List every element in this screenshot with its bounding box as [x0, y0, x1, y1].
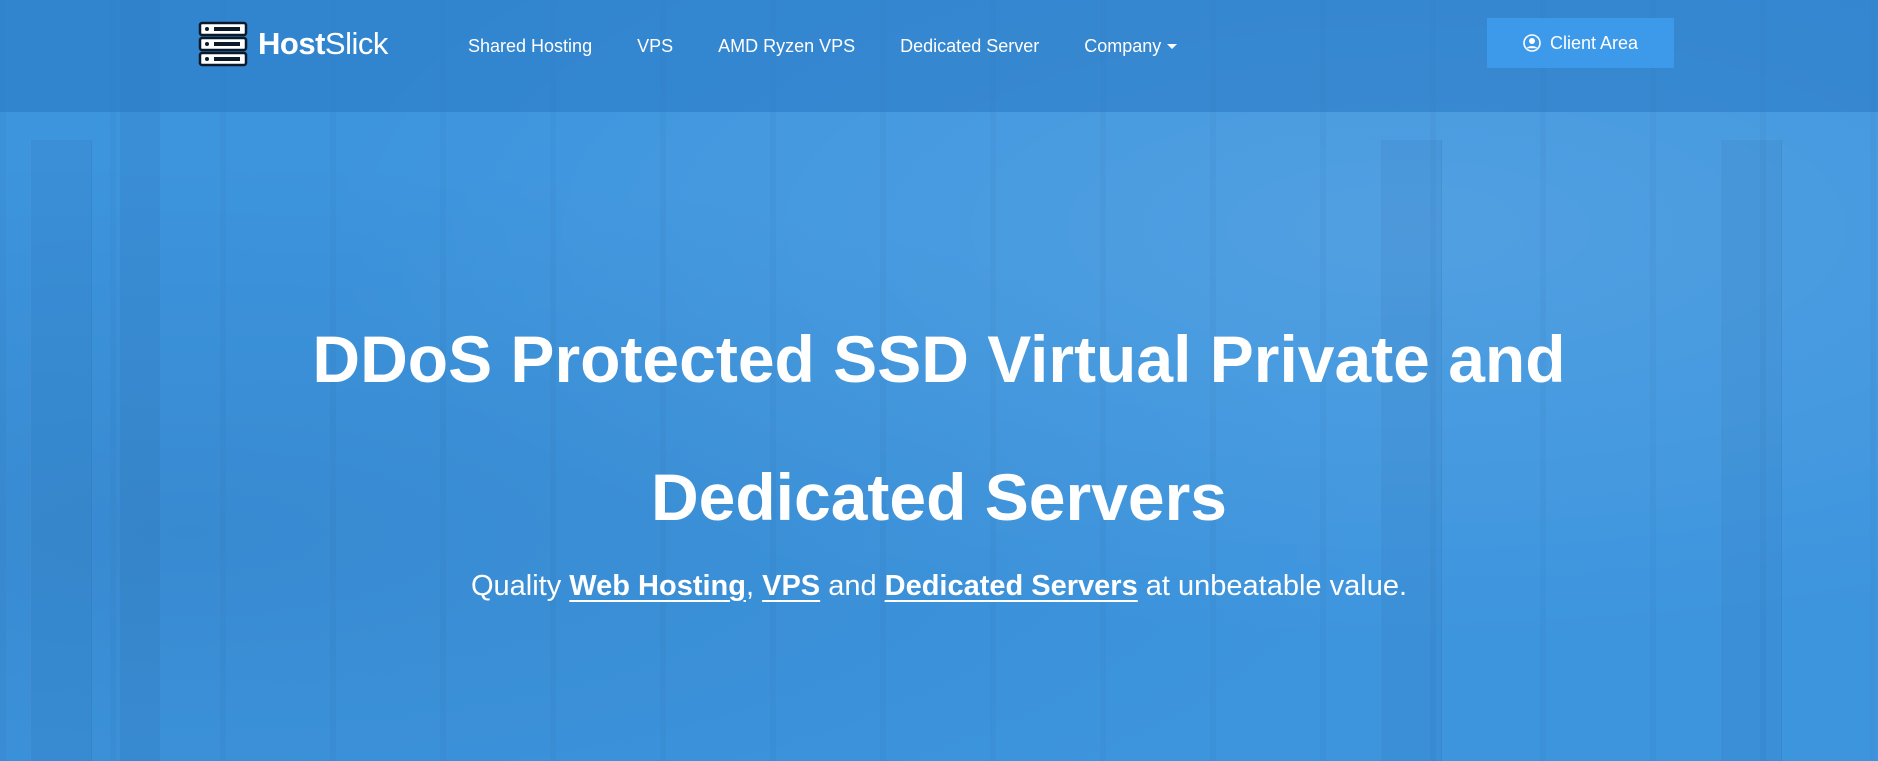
- nav-item-label: AMD Ryzen VPS: [718, 36, 856, 56]
- hero-title-line: Dedicated Servers: [651, 460, 1227, 534]
- vps-link[interactable]: VPS: [762, 570, 820, 602]
- hero-subtitle-text: Quality: [470, 570, 570, 602]
- logo[interactable]: HostSlick: [198, 20, 388, 68]
- hero-title-line: DDoS Protected SSD Virtual Private and: [312, 322, 1566, 396]
- nav-item-shared-hosting[interactable]: Shared Hosting: [468, 36, 592, 57]
- hero-title: DDoS Protected SSD Virtual Private and D…: [0, 290, 1878, 566]
- nav-item-label: Shared Hosting: [468, 36, 593, 56]
- caret-down-icon: [1167, 44, 1178, 49]
- hero-subtitle-text: ,: [745, 570, 763, 602]
- server-rack-icon: [198, 21, 248, 67]
- hero-subtitle: Quality Web Hosting, VPS and Dedicated S…: [0, 570, 1878, 603]
- brand-name: HostSlick: [258, 26, 388, 62]
- client-area-label: Client Area: [1549, 32, 1639, 53]
- hero-subtitle-text: at unbeatable value.: [1137, 570, 1408, 602]
- brand-name-bold: Host: [258, 26, 325, 61]
- web-hosting-link[interactable]: Web Hosting: [569, 570, 746, 602]
- nav-item-label: Dedicated Server: [900, 36, 1040, 56]
- client-area-button[interactable]: Client Area: [1487, 18, 1674, 68]
- nav-item-vps[interactable]: VPS: [637, 36, 673, 57]
- nav-item-label: Company: [1084, 36, 1162, 56]
- nav-item-label: VPS: [637, 36, 674, 56]
- nav-item-amd-ryzen-vps[interactable]: AMD Ryzen VPS: [718, 36, 855, 57]
- user-circle-icon: [1523, 34, 1541, 52]
- page: HostSlick Shared Hosting VPS AMD Ryzen V…: [0, 0, 1878, 761]
- dedicated-servers-link[interactable]: Dedicated Servers: [885, 570, 1138, 602]
- brand-name-light: Slick: [324, 26, 388, 61]
- nav-item-company[interactable]: Company: [1084, 36, 1178, 57]
- main-nav: Shared Hosting VPS AMD Ryzen VPS Dedicat…: [468, 36, 1222, 57]
- hero-subtitle-text: and: [820, 570, 885, 602]
- site-header: HostSlick Shared Hosting VPS AMD Ryzen V…: [0, 0, 1878, 112]
- nav-item-dedicated-server[interactable]: Dedicated Server: [900, 36, 1039, 57]
